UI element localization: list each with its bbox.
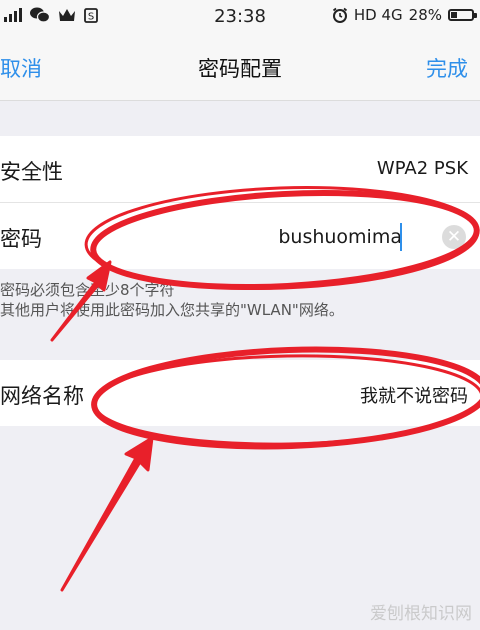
alarm-icon (332, 7, 347, 23)
security-value: WPA2 PSK (376, 158, 468, 179)
password-hint: 密码必须包含至少8个字符 其他用户将使用此密码加入您共享的"WLAN"网络。 (0, 280, 480, 320)
security-row[interactable]: 安全性 WPA2 PSK (0, 136, 480, 203)
network-type: HD 4G (353, 6, 403, 24)
password-row: 密码 ✕ (0, 203, 480, 269)
battery-icon (448, 9, 477, 21)
battery-percent: 28% (408, 6, 442, 24)
clear-icon[interactable]: ✕ (442, 225, 466, 249)
watermark: 爱刨根知识网 (370, 604, 472, 624)
hint-line-2: 其他用户将使用此密码加入您共享的"WLAN"网络。 (0, 301, 344, 319)
network-name-row[interactable]: 网络名称 我就不说密码 (0, 360, 480, 426)
password-label: 密码 (0, 227, 42, 251)
arrow-icon (60, 436, 154, 592)
nav-bar: 取消 密码配置 完成 (0, 36, 480, 101)
hint-line-1: 密码必须包含至少8个字符 (0, 281, 175, 299)
network-name-label: 网络名称 (0, 384, 84, 408)
status-right-icons: HD 4G 28% (332, 6, 477, 24)
status-bar: S 23:38 HD 4G 28% (0, 0, 480, 36)
page-title: 密码配置 (198, 57, 282, 81)
password-input[interactable] (162, 223, 402, 251)
done-button[interactable]: 完成 (426, 53, 468, 83)
security-group: 安全性 WPA2 PSK 密码 ✕ (0, 136, 480, 269)
security-label: 安全性 (0, 160, 63, 184)
battery-fill (451, 12, 457, 18)
network-group: 网络名称 我就不说密码 (0, 360, 480, 426)
text-cursor (400, 223, 402, 251)
network-name-value: 我就不说密码 (360, 386, 468, 407)
